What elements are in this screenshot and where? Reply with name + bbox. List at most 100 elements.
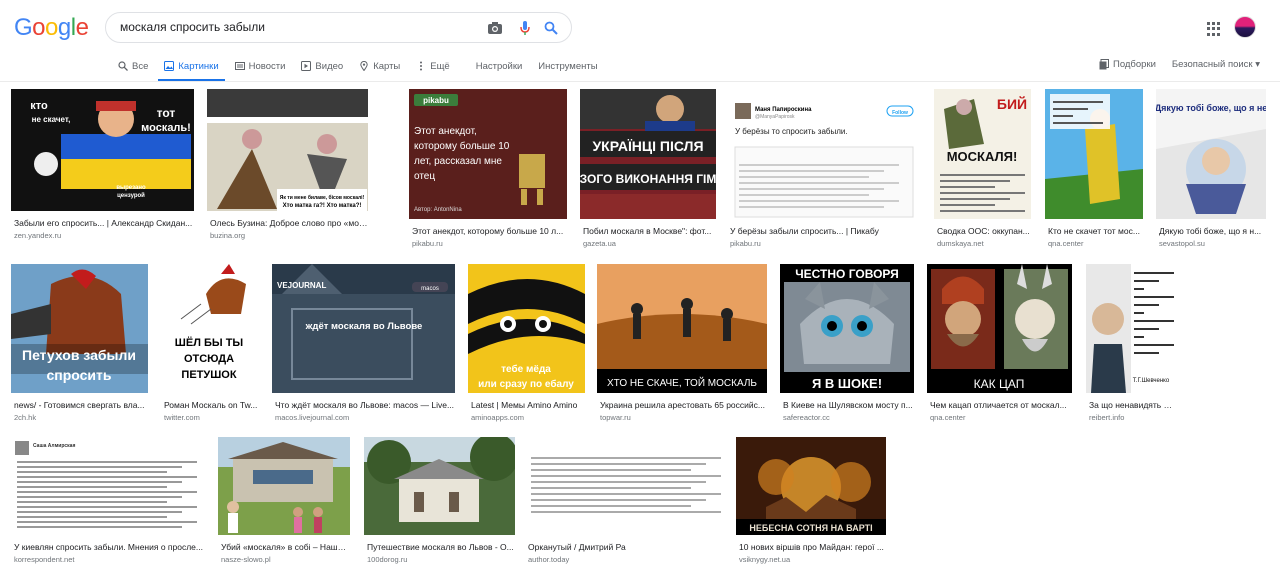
svg-text:ХТО НЕ СКАЧЕ, ТОЙ МОСКАЛЬ: ХТО НЕ СКАЧЕ, ТОЙ МОСКАЛЬ [607,376,757,389]
result-thumbnail[interactable]: Маня Папироскина @ManyaPapirosk Follow У бе… [727,89,920,219]
result-caption[interactable]: Latest | Мемы Amino Amino [471,400,585,410]
image-result[interactable]: КАК ЦАП Чем кацап отличается от москал...… [927,264,1072,433]
result-thumbnail[interactable]: VEJOURNAL ждёт москаля во Львове macos [272,264,455,393]
result-caption[interactable]: 10 нових віршів про Майдан: герої ... [739,542,886,552]
result-thumbnail[interactable]: ЧЕСТНО ГОВОРЯ Я В ШОКЕ! [780,264,914,393]
search-icon[interactable] [543,20,559,36]
result-caption[interactable]: Украина решила арестовать 65 российс... [600,400,767,410]
image-result[interactable]: pikabu Этот анекдот, которому больше 10 лет… [409,89,567,259]
result-thumbnail[interactable]: Саша Алмирская [11,437,205,535]
image-result[interactable]: УКРАЇНЦІ ПІСЛЯ ЗОГО ВИКОНАННЯ ГІМ Побил мо… [580,89,716,259]
result-thumbnail[interactable] [218,437,350,535]
result-thumbnail[interactable]: БИЙ МОСКАЛЯ! [934,89,1031,219]
image-result[interactable]: ЧЕСТНО ГОВОРЯ Я В ШОКЕ! В Киеве на Шулявск… [780,264,914,433]
tab-news[interactable]: Новости [234,55,286,77]
result-thumbnail[interactable]: тебе мёда или сразу по ебалу [468,264,585,393]
result-caption[interactable]: Этот анекдот, которому больше 10 л... [412,226,567,236]
svg-text:МОСКАЛЯ!: МОСКАЛЯ! [947,149,1018,164]
image-result[interactable]: тебе мёда или сразу по ебалу Latest | Мемы… [468,264,585,433]
camera-icon[interactable] [487,20,503,36]
result-thumbnail[interactable] [525,437,723,535]
tab-label: Картинки [178,60,219,72]
right-tools: Подборки Безопасный поиск ▾ [1099,59,1260,70]
result-thumbnail[interactable]: НЕБЕСНА СОТНЯ НА ВАРТІ [736,437,886,535]
google-logo[interactable]: Google [14,14,89,42]
image-result[interactable]: кто не скачет, тот москаль! вырезано цензурой… [11,89,194,251]
result-caption[interactable]: Кто не скачет тот мос... [1048,226,1143,236]
result-caption[interactable]: У киевлян спросить забыли. Мнения о прос… [14,542,205,552]
result-thumbnail[interactable]: ШЁЛ БЫ ТЫ ОТСЮДА ПЕТУШОК [161,264,258,393]
result-thumbnail[interactable]: УКРАЇНЦІ ПІСЛЯ ЗОГО ВИКОНАННЯ ГІМ [580,89,716,219]
image-result[interactable]: Петухов забыли спросить news/ - Готовимся … [11,264,148,433]
apps-grid-icon[interactable] [1207,22,1221,36]
result-thumbnail[interactable]: кто не скачет, тот москаль! вырезано цензурой [11,89,194,211]
result-source: korrespondent.net [14,555,75,564]
microphone-icon[interactable] [517,20,533,36]
tab-settings[interactable]: Настройки [476,55,523,77]
image-result[interactable]: Дякую тобі боже, що я не Дякую тобі боже,… [1156,89,1266,259]
tab-images[interactable]: Картинки [158,55,225,81]
search-box[interactable] [105,12,572,43]
svg-text:Хто матка га?! Хто матка?!: Хто матка га?! Хто матка?! [283,203,362,209]
tab-more[interactable]: Ещё [416,55,450,77]
result-caption[interactable]: Что ждёт москаля во Львове: macos — Live… [275,400,455,410]
result-thumbnail[interactable]: pikabu Этот анекдот, которому больше 10 лет… [409,89,567,219]
tab-all[interactable]: Все [118,55,148,77]
result-thumbnail[interactable]: Т.Г.Шевченко [1086,264,1176,393]
result-source: topwar.ru [600,413,631,422]
result-caption[interactable]: Путешествие москаля во Львов - О... [367,542,515,552]
svg-text:Маня Папироскина: Маня Папироскина [755,107,812,113]
avatar[interactable] [1234,16,1256,38]
tab-label: Новости [248,60,286,72]
svg-text:ПЕТУШОК: ПЕТУШОК [181,369,236,381]
result-thumbnail[interactable]: Дякую тобі боже, що я не [1156,89,1266,219]
result-caption[interactable]: У берёзы забыли спросить... | Пикабу [730,226,920,236]
svg-text:ЗОГО ВИКОНАННЯ ГІМ: ЗОГО ВИКОНАННЯ ГІМ [580,172,716,186]
collections-label: Подборки [1112,59,1156,70]
image-result[interactable]: БИЙ МОСКАЛЯ! Сводка ООС: оккупан... dumskay… [934,89,1031,259]
image-result[interactable]: ХТО НЕ СКАЧЕ, ТОЙ МОСКАЛЬ Украина решила … [597,264,767,433]
tab-label: Все [132,60,149,72]
image-result[interactable]: Кто не скачет тот мос... qna.center [1045,89,1143,259]
result-caption[interactable]: Убий «москаля» в собі – Наше ... [221,542,350,552]
image-result[interactable]: Орканутый / Дмитрий Ра author.today [525,437,723,567]
safe-search-button[interactable]: Безопасный поиск ▾ [1172,59,1260,70]
image-result[interactable]: НЕБЕСНА СОТНЯ НА ВАРТІ 10 нових віршів пр… [736,437,886,567]
result-caption[interactable]: За що ненавидять БАНДЕРІВЦІВ ... ??? | С… [1089,400,1176,410]
result-thumbnail[interactable] [364,437,515,535]
tab-maps[interactable]: Карты [359,55,400,77]
image-result[interactable]: Маня Папироскина @ManyaPapirosk Follow У бе… [727,89,920,259]
image-result[interactable]: Путешествие москаля во Львов - О... 100do… [364,437,515,567]
tab-video[interactable]: Видео [301,55,343,77]
result-thumbnail[interactable]: Як ти мене билаве, бісов москалі! Хто мат… [207,89,368,211]
image-result[interactable]: ШЁЛ БЫ ТЫ ОТСЮДА ПЕТУШОК Роман Москаль on T… [161,264,258,433]
svg-text:отец: отец [414,171,435,182]
svg-text:лет, рассказал мне: лет, рассказал мне [414,156,502,167]
result-caption[interactable]: Роман Москаль on Tw... [164,400,258,410]
result-thumbnail[interactable]: КАК ЦАП [927,264,1072,393]
result-caption[interactable]: Чем кацап отличается от москал... [930,400,1072,410]
tab-tools[interactable]: Инструменты [538,55,597,77]
result-thumbnail[interactable]: ХТО НЕ СКАЧЕ, ТОЙ МОСКАЛЬ [597,264,767,393]
tab-label: Ещё [430,60,450,72]
svg-text:кто: кто [30,100,48,112]
result-caption[interactable]: Дякую тобі боже, що я н... [1159,226,1266,236]
image-result[interactable]: VEJOURNAL ждёт москаля во Львове macos Что … [272,264,455,433]
image-result[interactable]: Т.Г.Шевченко За що ненавидять БАНДЕРІВЦІВ… [1086,264,1176,433]
result-caption[interactable]: Олесь Бузина: Доброе слово про «москаля»… [210,218,368,228]
result-source: 2ch.hk [14,413,37,422]
tab-label: Видео [315,60,344,72]
image-result[interactable]: Саша Алмирская У киевлян спросить забыли.… [11,437,205,567]
result-caption[interactable]: Орканутый / Дмитрий Ра [528,542,723,552]
collections-button[interactable]: Подборки [1099,59,1156,70]
result-caption[interactable]: Забыли его спросить... | Александр Скида… [14,218,194,228]
image-result[interactable]: Убий «москаля» в собі – Наше ... nasze-sl… [218,437,350,567]
result-thumbnail[interactable]: Петухов забыли спросить [11,264,148,393]
search-input[interactable] [120,20,480,34]
result-caption[interactable]: Побил москаля в Москве": фот... [583,226,716,236]
result-caption[interactable]: news/ - Готовимся свергать вла... [14,400,148,410]
result-thumbnail[interactable] [1045,89,1143,219]
result-caption[interactable]: Сводка ООС: оккупан... [937,226,1031,236]
image-result[interactable]: Як ти мене билаве, бісов москалі! Хто мат… [207,89,368,251]
result-caption[interactable]: В Киеве на Шулявском мосту п... [783,400,914,410]
